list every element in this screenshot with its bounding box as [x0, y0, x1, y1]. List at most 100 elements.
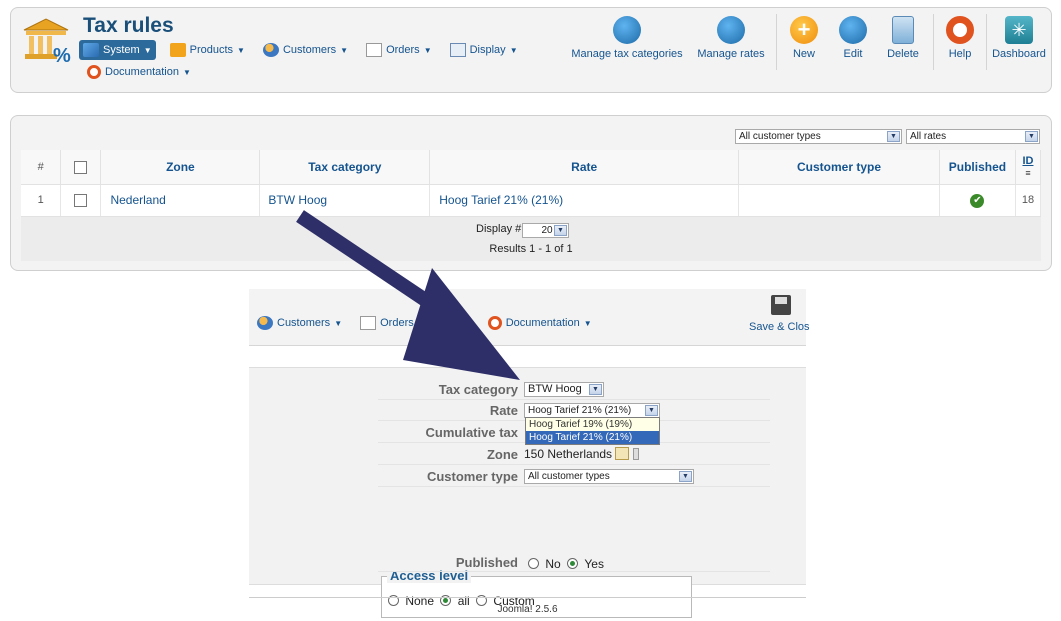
tax-rule-editor: Customers ▼ Orders Documentation ▼ Save & … — [249, 289, 809, 618]
chevron-down-icon: ▼ — [509, 45, 518, 55]
editor-menu: Customers ▼ Orders Documentation ▼ — [253, 313, 606, 333]
row-tax-category-link[interactable]: BTW Hoog — [259, 183, 431, 217]
menu-products[interactable]: Products ▼ — [166, 40, 249, 60]
edit-button[interactable]: Edit — [836, 16, 870, 60]
lifebuoy-icon — [487, 316, 502, 330]
col-rate[interactable]: Rate — [429, 150, 740, 184]
rates-filter[interactable]: All rates ▼ — [906, 129, 1040, 144]
page-title: Tax rules — [83, 14, 174, 37]
zone-row: Zone 150 Netherlands — [378, 445, 770, 465]
tax-logo-icon: % — [23, 18, 71, 64]
cumulative-tax-label: Cumulative tax — [425, 425, 518, 440]
menu-system[interactable]: System ▼ — [79, 40, 156, 60]
tax-rules-table: # Zone Tax category Rate Customer type P… — [21, 150, 1042, 217]
published-check-icon[interactable]: ✔ — [970, 194, 985, 208]
tax-category-label: Tax category — [438, 382, 518, 397]
table-row: 1 Nederland BTW Hoog Hoog Tarief 21% (21… — [21, 183, 1042, 217]
chevron-down-icon: ▼ — [589, 384, 602, 395]
floppy-disk-icon — [771, 295, 791, 315]
help-button[interactable]: Help — [943, 16, 977, 60]
sort-icon: ≡ — [1025, 167, 1031, 178]
toolbar-divider — [986, 14, 987, 70]
toolbar-divider — [933, 14, 934, 70]
menu-orders[interactable]: Orders — [356, 313, 418, 333]
pencil-icon — [839, 16, 867, 44]
row-checkbox-cell — [60, 183, 102, 217]
header-panel: % Tax rules System ▼ Products ▼ Customers ▼… — [10, 7, 1052, 93]
delete-button[interactable]: Delete — [883, 16, 923, 60]
published-yes-radio[interactable] — [567, 558, 579, 569]
save-close-button[interactable]: Save & Close — [749, 295, 809, 333]
select-all-checkbox-cell — [60, 150, 102, 184]
published-row: Published No Yes — [378, 552, 770, 572]
row-customer-type — [738, 183, 940, 217]
display-count-select[interactable]: 20 ▼ — [522, 223, 569, 238]
customer-type-filter[interactable]: All customer types ▼ — [735, 129, 902, 144]
trash-icon — [892, 16, 914, 44]
menu-documentation[interactable]: Documentation ▼ — [83, 62, 195, 82]
chevron-down-icon: ▼ — [645, 405, 658, 416]
customers-icon — [262, 43, 279, 57]
display-count-label: Display # — [476, 223, 522, 235]
chevron-down-icon: ▼ — [334, 318, 343, 328]
chevron-down-icon: ▼ — [340, 45, 349, 55]
list-panel: All customer types ▼ All rates ▼ # Zone Ta… — [10, 115, 1052, 271]
manage-rates-button[interactable]: Manage rates — [695, 16, 767, 60]
products-icon — [169, 43, 186, 57]
col-num: # — [21, 150, 62, 184]
orders-icon — [366, 43, 383, 57]
results-count: Results 1 - 1 of 1 — [489, 243, 573, 255]
secondary-menu: Documentation ▼ — [83, 62, 205, 82]
published-options: No Yes — [528, 557, 607, 571]
row-id: 18 — [1015, 183, 1042, 217]
col-zone[interactable]: Zone — [100, 150, 261, 184]
row-zone-link[interactable]: Nederland — [100, 183, 261, 217]
new-button[interactable]: + New — [787, 16, 821, 60]
select-all-checkbox[interactable] — [74, 160, 88, 174]
rate-option-selected[interactable]: Hoog Tarief 21% (21%) — [526, 431, 659, 444]
menu-customers[interactable]: Customers ▼ — [259, 40, 352, 60]
dashboard-button[interactable]: ✳ Dashboard — [991, 16, 1047, 60]
tax-category-select[interactable]: BTW Hoog ▼ — [524, 382, 604, 397]
chevron-down-icon: ▼ — [679, 471, 692, 482]
lifebuoy-icon — [946, 16, 974, 44]
system-icon — [83, 43, 99, 57]
editor-form: Tax category BTW Hoog ▼ Rate Hoog Tarief … — [249, 367, 806, 618]
rate-dropdown-list: Hoog Tarief 19% (19%) Hoog Tarief 21% (2… — [525, 417, 660, 445]
published-no-radio[interactable] — [528, 558, 539, 569]
col-customer-type[interactable]: Customer type — [738, 150, 940, 184]
rate-option[interactable]: Hoog Tarief 19% (19%) — [526, 418, 659, 431]
menu-display[interactable]: Display ▼ — [446, 40, 522, 60]
chevron-down-icon: ▼ — [887, 131, 900, 142]
chevron-down-icon: ▼ — [423, 45, 432, 55]
col-id[interactable]: ID ≡ — [1015, 150, 1042, 184]
clear-zone-icon[interactable] — [632, 448, 639, 460]
chevron-down-icon: ▼ — [583, 318, 592, 328]
toolbar-divider — [776, 14, 777, 70]
footer-version: Joomla! 2.5.6 — [249, 597, 806, 615]
col-published[interactable]: Published — [939, 150, 1016, 184]
zone-label: Zone — [486, 447, 518, 462]
tax-category-row: Tax category BTW Hoog ▼ — [378, 380, 770, 400]
menu-customers[interactable]: Customers ▼ — [253, 313, 346, 333]
dashboard-icon: ✳ — [1005, 16, 1033, 44]
customer-type-label: Customer type — [426, 469, 518, 484]
editor-toolbar: Customers ▼ Orders Documentation ▼ Save & … — [249, 289, 809, 346]
manage-tax-categories-button[interactable]: Manage tax categories — [569, 16, 685, 60]
customers-icon — [257, 316, 273, 330]
row-num: 1 — [21, 183, 62, 217]
row-rate-link[interactable]: Hoog Tarief 21% (21%) — [429, 183, 740, 217]
svg-text:%: % — [53, 45, 71, 64]
row-checkbox[interactable] — [74, 194, 88, 208]
main-menu: System ▼ Products ▼ Customers ▼ Orders ▼ Dis… — [79, 40, 532, 60]
rate-select[interactable]: Hoog Tarief 21% (21%) ▼ — [524, 403, 660, 418]
customer-type-select[interactable]: All customer types ▼ — [524, 469, 694, 484]
list-footer: Display # 20 ▼ Results 1 - 1 of 1 — [21, 217, 1041, 261]
chevron-down-icon: ▼ — [237, 45, 245, 55]
menu-documentation[interactable]: Documentation ▼ — [484, 313, 596, 333]
edit-zone-icon[interactable] — [615, 447, 630, 460]
col-tax-category[interactable]: Tax category — [259, 150, 431, 184]
chevron-down-icon: ▼ — [554, 225, 567, 236]
chevron-down-icon: ▼ — [143, 45, 152, 55]
menu-orders[interactable]: Orders ▼ — [362, 40, 436, 60]
